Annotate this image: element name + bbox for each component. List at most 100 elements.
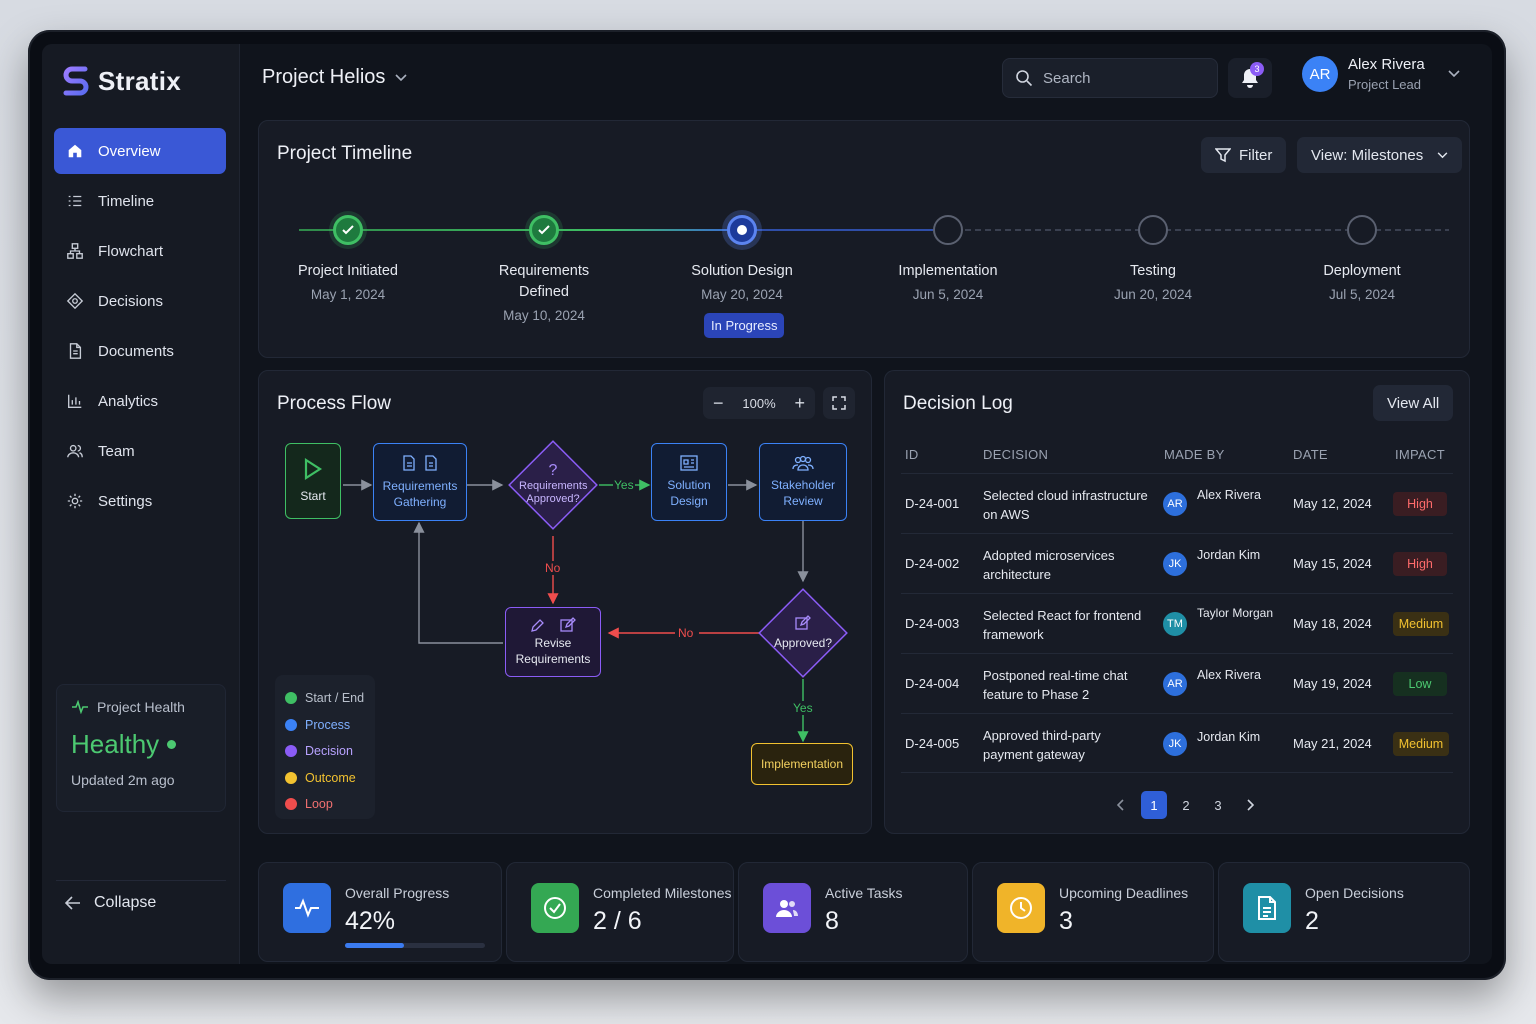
view-label: View: Milestones (1311, 146, 1424, 164)
process-flow-panel: Process Flow − 100% + Yes No No Yes Star… (258, 370, 872, 834)
sidebar-item-label: Analytics (98, 392, 159, 410)
milestone-node[interactable] (529, 215, 559, 245)
column-header: ID (905, 447, 919, 462)
app-name: Stratix (98, 65, 182, 96)
chevron-down-icon[interactable] (1448, 70, 1460, 78)
sidebar-item-timeline[interactable]: Timeline (54, 178, 226, 224)
stat-card-active-tasks[interactable]: Active Tasks 8 (738, 862, 968, 962)
flow-node-start[interactable]: Start (285, 443, 341, 519)
milestone-node[interactable] (1347, 215, 1377, 245)
check-circle-icon (531, 883, 579, 933)
impact-badge: Medium (1393, 732, 1449, 756)
sidebar-item-label: Flowchart (98, 242, 164, 260)
flow-node-label: Requirements Approved? (519, 480, 588, 505)
flow-node-label: Solution Design (667, 478, 711, 508)
sidebar-item-overview[interactable]: Overview (54, 128, 226, 174)
chevron-down-icon (395, 73, 407, 81)
avatar: AR (1163, 492, 1187, 516)
impact-badge: High (1393, 552, 1447, 576)
pulse-icon (72, 700, 88, 714)
search-box[interactable] (1002, 58, 1218, 98)
flow-node-requirements-approved[interactable]: ? Requirements Approved? (515, 455, 591, 515)
filter-icon (1215, 148, 1231, 163)
sidebar-item-analytics[interactable]: Analytics (54, 378, 226, 424)
table-row[interactable]: D-24-004 Postponed real-time chat featur… (901, 653, 1453, 713)
decision-text: Adopted microservices architecture (983, 548, 1115, 582)
divider (56, 880, 226, 881)
flow-node-label: Requirements Gathering (382, 479, 458, 509)
flow-node-requirements-gathering[interactable]: Requirements Gathering (373, 443, 467, 521)
stat-card-upcoming-deadlines[interactable]: Upcoming Deadlines 3 (972, 862, 1214, 962)
milestone-node[interactable] (933, 215, 963, 245)
view-selector[interactable]: View: Milestones (1297, 137, 1463, 173)
made-by: Taylor Morgan (1197, 606, 1274, 620)
milestone-node[interactable] (1138, 215, 1168, 245)
sidebar-item-decisions[interactable]: Decisions (54, 278, 226, 324)
milestone-label: Project Initiated May 1, 2024 (268, 261, 428, 305)
table-row[interactable]: D-24-001 Selected cloud infrastructure o… (901, 473, 1453, 533)
sidebar-item-flowchart[interactable]: Flowchart (54, 228, 226, 274)
flow-node-approved[interactable]: Approved? (767, 605, 839, 661)
table-row[interactable]: D-24-005 Approved third-party payment ga… (901, 713, 1453, 773)
stat-label: Upcoming Deadlines (1059, 885, 1189, 901)
decision-log-panel: Decision Log View All ID DECISION MADE B… (884, 370, 1470, 834)
pagination-page[interactable]: 1 (1141, 791, 1167, 819)
edge-label-no: No (545, 561, 561, 575)
gear-icon (67, 493, 83, 509)
sidebar-item-label: Settings (98, 492, 153, 510)
pagination-page[interactable]: 2 (1173, 791, 1199, 819)
filter-button[interactable]: Filter (1201, 137, 1287, 173)
stat-card-completed-milestones[interactable]: Completed Milestones 2 / 6 (506, 862, 734, 962)
flow-node-stakeholder-review[interactable]: Stakeholder Review (759, 443, 847, 521)
sidebar-nav: Overview Timeline Flowchart Decisions Do… (54, 128, 226, 528)
document-icon (69, 343, 82, 359)
view-all-label: View All (1387, 394, 1440, 412)
sidebar-item-label: Decisions (98, 292, 164, 310)
milestone-date: Jun 20, 2024 (1113, 287, 1193, 302)
column-header: DATE (1293, 447, 1328, 462)
sidebar: Stratix Overview Timeline Flowchart Deci… (42, 44, 240, 964)
milestone-date: May 10, 2024 (503, 308, 585, 323)
pagination-prev[interactable] (1107, 791, 1133, 819)
search-input[interactable] (1043, 69, 1203, 87)
impact-badge: High (1393, 492, 1447, 516)
notifications-button[interactable]: 3 (1228, 58, 1272, 98)
stat-label: Completed Milestones (593, 885, 732, 901)
design-icon (680, 455, 698, 471)
table-row[interactable]: D-24-002 Adopted microservices architect… (901, 533, 1453, 593)
flow-node-revise-requirements[interactable]: Revise Requirements (505, 607, 601, 677)
collapse-button[interactable]: Collapse (64, 894, 156, 912)
stat-card-open-decisions[interactable]: Open Decisions 2 (1218, 862, 1470, 962)
pagination-page[interactable]: 3 (1205, 791, 1231, 819)
search-icon (1016, 70, 1033, 87)
sidebar-item-documents[interactable]: Documents (54, 328, 226, 374)
chart-icon (68, 394, 82, 408)
device-frame: Stratix Overview Timeline Flowchart Deci… (28, 30, 1506, 980)
sidebar-item-settings[interactable]: Settings (54, 478, 226, 524)
milestone-node-current[interactable] (727, 215, 757, 245)
decision-id: D-24-003 (905, 616, 960, 631)
arrow-left-icon (64, 896, 80, 910)
play-icon (304, 458, 323, 480)
milestone-name: Requirements Defined (498, 263, 590, 300)
user-name: Alex Rivera (1348, 56, 1425, 73)
table-row[interactable]: D-24-003 Selected React for frontend fra… (901, 593, 1453, 653)
pagination-next[interactable] (1237, 791, 1263, 819)
project-selector[interactable]: Project Helios (262, 66, 407, 89)
sidebar-item-team[interactable]: Team (54, 428, 226, 474)
health-updated: Updated 2m ago (71, 772, 175, 788)
chevron-down-icon (1437, 151, 1448, 158)
stat-card-overall-progress[interactable]: Overall Progress 42% (258, 862, 502, 962)
progress-fill (345, 943, 404, 948)
flow-node-solution-design[interactable]: Solution Design (651, 443, 727, 521)
list-icon (68, 195, 82, 207)
milestone-label: Testing Jun 20, 2024 (1073, 261, 1233, 305)
app-logo[interactable]: Stratix (62, 64, 181, 98)
user-menu[interactable]: AR Alex Rivera Project Lead (1302, 56, 1425, 92)
decision-text: Postponed real-time chat feature to Phas… (983, 668, 1128, 702)
activity-icon (283, 883, 331, 933)
view-all-button[interactable]: View All (1373, 385, 1454, 421)
decision-date: May 18, 2024 (1293, 616, 1372, 631)
flow-node-implementation[interactable]: Implementation (751, 743, 853, 785)
milestone-node[interactable] (333, 215, 363, 245)
